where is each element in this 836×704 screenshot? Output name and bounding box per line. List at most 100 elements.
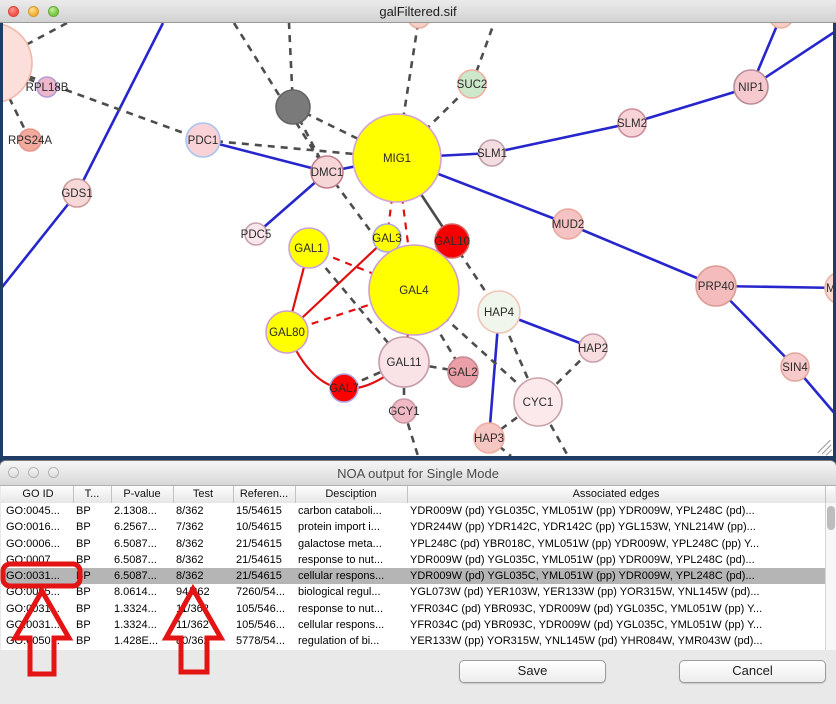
node-label-GAL11: GAL11	[387, 357, 422, 369]
node-label-MUD2: MUD2	[552, 219, 585, 231]
column-header-p-value[interactable]: P-value	[111, 486, 174, 503]
column-header-test[interactable]: Test	[173, 486, 234, 503]
vertical-scrollbar[interactable]	[825, 503, 836, 650]
minimize-button-icon[interactable]	[28, 467, 39, 478]
save-button[interactable]: Save	[459, 660, 606, 683]
edge-BIG1-PDC1[interactable]	[3, 63, 203, 140]
column-header-go-id[interactable]: GO ID	[3, 486, 74, 503]
cell-reference: 5778/54...	[233, 633, 295, 649]
column-header-type[interactable]: T...	[73, 486, 112, 503]
cell-test: 8/362	[173, 536, 233, 552]
close-button-icon[interactable]	[8, 467, 19, 478]
cell-go-id: GO:0007...	[3, 552, 73, 568]
resize-grip[interactable]	[817, 442, 833, 456]
network-graph: RPL18BRPS24AGDS1PDC1MIG1DMC1SUC2SLM1SLM2…	[3, 23, 833, 456]
network-window: galFiltered.sif RPL18BRPS24AGDS1PDC1MIG1…	[0, 0, 836, 458]
noa-output-window: NOA output for Single Mode GO IDT...P-va…	[0, 461, 836, 704]
cell-p-value: 1.3324...	[111, 601, 173, 617]
cell-type: BP	[73, 519, 111, 535]
cell-test: 8/362	[173, 568, 233, 584]
edge-border-GDS1[interactable]	[77, 23, 163, 193]
cell-type: BP	[73, 552, 111, 568]
cell-p-value: 6.5087...	[111, 552, 173, 568]
column-header-description[interactable]: Desciption	[295, 486, 408, 503]
cell-edges: YDR009W (pd) YGL035C, YML051W (pp) YDR00…	[407, 552, 825, 568]
node-label-GAL4: GAL4	[399, 285, 429, 297]
node-TOP1[interactable]	[408, 23, 430, 28]
column-header-edges[interactable]: Associated edges	[407, 486, 826, 503]
node-label-HAP3: HAP3	[474, 433, 504, 445]
cell-go-id: GO:0006...	[3, 536, 73, 552]
button-bar: Save Cancel	[0, 650, 836, 704]
cell-go-id: GO:0050...	[3, 633, 73, 649]
cell-reference: 105/546...	[233, 601, 295, 617]
zoom-button-icon[interactable]	[48, 6, 59, 17]
cell-edges: YGL073W (pd) YER103W, YER133W (pp) YOR31…	[407, 584, 825, 600]
scrollbar-thumb[interactable]	[827, 506, 835, 530]
minimize-button-icon[interactable]	[28, 6, 39, 17]
node-label-GAL2: GAL2	[448, 367, 477, 379]
cell-edges: YFR034C (pd) YBR093C, YDR009W (pd) YGL03…	[407, 617, 825, 633]
table-row[interactable]: GO:0006...BP6.5087...8/36221/54615galact…	[1, 536, 835, 552]
cell-go-id: GO:0016...	[3, 519, 73, 535]
network-canvas[interactable]: RPL18BRPS24AGDS1PDC1MIG1DMC1SUC2SLM1SLM2…	[3, 23, 833, 456]
table-row[interactable]: GO:0065...BP8.0614...94/3627260/54...bio…	[1, 584, 835, 600]
close-button-icon[interactable]	[8, 6, 19, 17]
node-label-PRP40: PRP40	[698, 281, 734, 293]
cell-reference: 7260/54...	[233, 584, 295, 600]
node-GRAY1[interactable]	[276, 90, 310, 124]
edge-PDC1-DMC1[interactable]	[203, 140, 327, 172]
table-row[interactable]: GO:0031...BP1.3324...11/362105/546...res…	[1, 601, 835, 617]
column-header-reference[interactable]: Referen...	[233, 486, 296, 503]
node-label-SLM1: SLM1	[477, 148, 507, 160]
table-row[interactable]: GO:0031...BP1.3324...11/362105/546...cel…	[1, 617, 835, 633]
cell-type: BP	[73, 536, 111, 552]
table-row[interactable]: GO:0045...BP2.1308...8/36215/54615carbon…	[1, 503, 835, 519]
node-label-HAP2: HAP2	[578, 343, 608, 355]
node-label-SLM2: SLM2	[617, 118, 647, 130]
cell-description: protein import i...	[295, 519, 407, 535]
cell-description: galactose meta...	[295, 536, 407, 552]
edge-SLM1-SLM2[interactable]	[492, 123, 632, 153]
table-row[interactable]: GO:0016...BP6.2567...7/36210/54615protei…	[1, 519, 835, 535]
cell-p-value: 6.5087...	[111, 536, 173, 552]
cell-p-value: 2.1308...	[111, 503, 173, 519]
node-label-NIP1: NIP1	[738, 82, 764, 94]
cell-reference: 21/54615	[233, 568, 295, 584]
cell-go-id: GO:0031...	[3, 601, 73, 617]
node-label-SUC2: SUC2	[457, 79, 488, 91]
network-window-titlebar[interactable]: galFiltered.sif	[0, 0, 836, 23]
cell-test: 11/362	[173, 617, 233, 633]
edge-SLM2-NIP1[interactable]	[632, 87, 751, 123]
table-header-row: GO IDT...P-valueTestReferen...Desciption…	[1, 486, 835, 504]
cell-reference: 21/54615	[233, 552, 295, 568]
edge-GDS1-border[interactable]	[3, 193, 77, 291]
table-row[interactable]: GO:0050...BP1.428E...80/3625778/54...reg…	[1, 633, 835, 649]
cancel-button[interactable]: Cancel	[679, 660, 826, 683]
noa-window-titlebar[interactable]: NOA output for Single Mode	[0, 461, 836, 486]
edge-MUD2-PRP40[interactable]	[568, 224, 716, 286]
cell-test: 8/362	[173, 552, 233, 568]
window-title: galFiltered.sif	[379, 4, 456, 19]
node-label-GAL80: GAL80	[269, 327, 305, 339]
cell-description: cellular respons...	[295, 617, 407, 633]
cell-edges: YPL248C (pd) YBR018C, YML051W (pp) YDR00…	[407, 536, 825, 552]
node-label-CYC1: CYC1	[523, 397, 554, 409]
cell-test: 94/362	[173, 584, 233, 600]
node-label-SIN4: SIN4	[782, 362, 808, 374]
cell-description: response to nut...	[295, 601, 407, 617]
cell-go-id: GO:0065...	[3, 584, 73, 600]
cell-go-id: GO:0045...	[3, 503, 73, 519]
node-TOP2[interactable]	[769, 23, 793, 28]
zoom-button-icon[interactable]	[48, 467, 59, 478]
cell-edges: YDR244W (pp) YDR142C, YDR142C (pp) YGL15…	[407, 519, 825, 535]
node-label-GAL3: GAL3	[372, 233, 401, 245]
table-row[interactable]: GO:0031...BP6.5087...8/36221/54615cellul…	[1, 568, 835, 584]
cell-reference: 21/54615	[233, 536, 295, 552]
cell-p-value: 6.5087...	[111, 568, 173, 584]
cell-go-id: GO:0031...	[3, 617, 73, 633]
cell-p-value: 8.0614...	[111, 584, 173, 600]
results-table: GO:0045...BP2.1308...8/36215/54615carbon…	[1, 503, 835, 650]
table-row[interactable]: GO:0007...BP6.5087...8/36221/54615respon…	[1, 552, 835, 568]
cell-type: BP	[73, 503, 111, 519]
